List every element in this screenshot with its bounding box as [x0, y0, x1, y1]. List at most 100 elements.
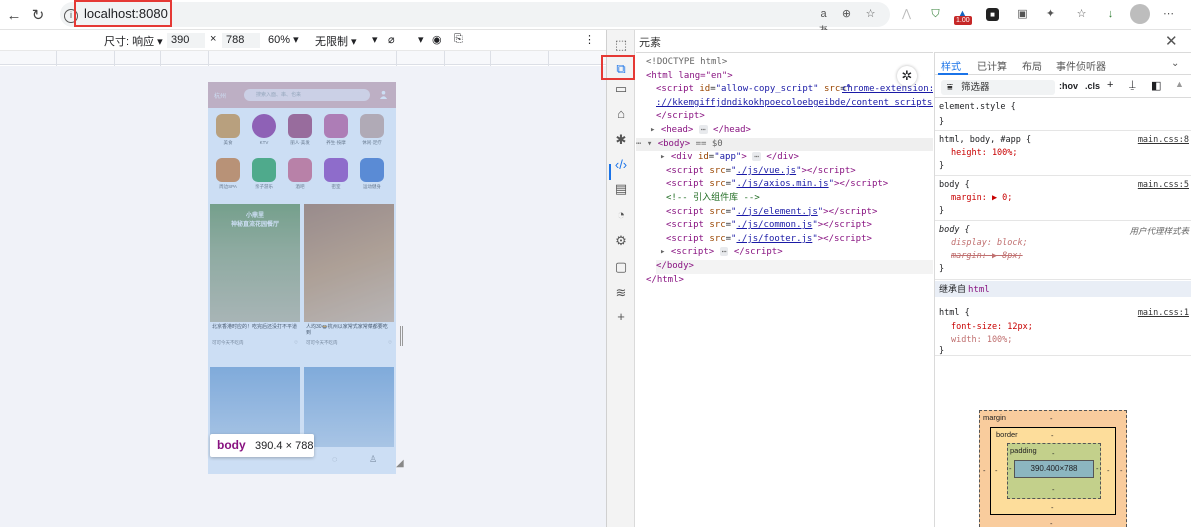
welcome-icon[interactable]: ▭	[612, 80, 630, 98]
chat-icon[interactable]: ◌	[332, 454, 337, 464]
rule-declaration-overridden[interactable]: margin: ▶ 8px;	[951, 251, 1023, 261]
profile-icon[interactable]: ♙	[369, 454, 377, 465]
div-app-line[interactable]: ▸ <div id="app"> ⋯ </div>	[660, 151, 957, 165]
color-format-icon[interactable]: ⍊	[1129, 79, 1136, 92]
hov-toggle[interactable]: :hov	[1059, 81, 1078, 91]
mobile-search-input[interactable]: 搜索入面、串、也来	[244, 89, 370, 101]
zoom-select[interactable]: 60% ▾	[268, 33, 299, 46]
comment-line[interactable]: <!-- 引入组件库 -->	[666, 192, 963, 206]
rule-declaration-dim[interactable]: width: 100%;	[951, 335, 1012, 345]
rule-declaration[interactable]: font-size: 12px;	[951, 322, 1033, 332]
tab-layout[interactable]: 布局	[1022, 58, 1042, 73]
like-icon[interactable]: ♡	[388, 340, 392, 346]
styles-filter-input[interactable]: ⩸ 筛选器	[941, 80, 1055, 95]
rule-body-main[interactable]: body { main.css:5 margin: ▶ 0; }	[935, 177, 1191, 221]
rule-html-body-app[interactable]: html, body, #app { main.css:8 height: 10…	[935, 132, 1191, 176]
extension-src-link[interactable]: chrome-extension://kkemgiffjdndikokhpoec…	[842, 84, 933, 94]
category-food[interactable]: 美食	[210, 114, 246, 146]
zoom-icon[interactable]: ⊕	[838, 6, 855, 23]
throttle-select[interactable]: 无限制 ▾	[315, 33, 357, 49]
cls-toggle[interactable]: .cls	[1085, 81, 1100, 91]
rule-element-style[interactable]: element.style { }	[935, 99, 1191, 131]
rule-declaration[interactable]: height: 100%;	[951, 148, 1018, 158]
console-icon[interactable]: ▤	[612, 180, 630, 198]
application-icon[interactable]: ▢	[612, 258, 630, 276]
height-input[interactable]: 788	[222, 33, 260, 48]
extension-box-icon[interactable]: ■	[986, 8, 999, 21]
category-beauty[interactable]: 丽人·美发	[282, 114, 318, 146]
resize-handle-right[interactable]	[400, 326, 403, 346]
address-bar[interactable]: i	[60, 2, 890, 27]
device-size-select[interactable]: 尺寸: 响应 ▾	[104, 33, 163, 49]
tabs-overflow-icon[interactable]: ⌄	[1171, 58, 1179, 69]
reload-icon[interactable]: ↻	[28, 5, 48, 25]
tab-computed[interactable]: 已计算	[977, 58, 1007, 73]
script-src-link[interactable]: ./js/element.js	[736, 207, 817, 217]
user-icon[interactable]	[379, 90, 388, 99]
performance-icon[interactable]: ◔	[612, 206, 630, 224]
head-line[interactable]: ▸ <head> ⋯ </head>	[650, 124, 947, 138]
doctype-line[interactable]: <!DOCTYPE html>	[646, 56, 943, 70]
category-spa[interactable]: 周边SPA	[210, 158, 246, 190]
add-tool-icon[interactable]: +	[612, 308, 630, 326]
games-icon[interactable]: ▣	[1014, 6, 1031, 23]
script-vue-line[interactable]: <script src="./js/vue.js"></script>	[666, 165, 963, 179]
category-escape[interactable]: 密室	[318, 158, 354, 190]
network-wifi-icon[interactable]: ≋	[612, 284, 630, 302]
body-line-selected[interactable]: ⋯ ▾ <body> == $0	[636, 137, 933, 152]
city-selector[interactable]: 杭州	[214, 91, 226, 100]
more-menu-icon[interactable]: ⋯	[1160, 6, 1177, 23]
url-text[interactable]: localhost:8080	[84, 6, 168, 21]
inspect-element-icon[interactable]: ⬚	[612, 36, 630, 54]
tab-event-listeners[interactable]: 事件侦听器	[1056, 58, 1106, 73]
category-leisure[interactable]: 休闲·足疗	[354, 114, 390, 146]
device-more-icon[interactable]: ⋮	[584, 33, 595, 46]
capture-icon[interactable]: ⎘	[454, 33, 463, 46]
tab-styles[interactable]: 样式	[941, 58, 961, 73]
rotate-select[interactable]: ▾	[372, 33, 378, 46]
rule-source-link[interactable]: main.css:1	[1138, 308, 1189, 318]
rule-source-link[interactable]: main.css:5	[1138, 180, 1189, 190]
category-bar[interactable]: 酒吧	[282, 158, 318, 190]
sidebar-toggle-icon[interactable]: ◧	[1151, 79, 1161, 92]
scroll-up-icon[interactable]: ▲	[1175, 79, 1184, 89]
resize-corner-icon[interactable]: ◢	[396, 458, 404, 469]
favorite-star-icon[interactable]: ☆	[862, 6, 879, 23]
puzzle-icon[interactable]: ✦	[1042, 6, 1059, 23]
feed-card[interactable]	[304, 367, 394, 447]
script-common-line[interactable]: <script src="./js/common.js"></script>	[666, 219, 963, 233]
inherited-tag-link[interactable]: html	[968, 285, 990, 295]
like-icon[interactable]: ♡	[294, 340, 298, 346]
settings-gear-icon[interactable]: ⚙	[612, 232, 630, 250]
rule-declaration[interactable]: display: block;	[951, 238, 1028, 248]
profile-avatar[interactable]	[1130, 4, 1150, 24]
script-collapsed-line[interactable]: ▸ <script> ⋯ </script>	[660, 246, 957, 260]
width-input[interactable]: 390	[167, 33, 205, 48]
download-icon[interactable]: ↓	[1102, 6, 1119, 23]
rule-declaration[interactable]: margin: ▶ 0;	[951, 193, 1012, 203]
feed-card[interactable]: 人均30🍲杭州以家常式家常菜都要吃到 可可今天不吃肉 ♡	[304, 204, 394, 346]
new-rule-icon[interactable]: +	[1107, 79, 1113, 91]
script-src-link[interactable]: ./js/common.js	[736, 220, 812, 230]
script-footer-line[interactable]: <script src="./js/footer.js"></script>	[666, 233, 963, 247]
feed-card[interactable]: 小鼎里 神秘直流花园餐厅 北京香港时应的！吃完后还没打不平道 可可今天不吃肉 ♡	[210, 204, 300, 346]
eye-icon[interactable]: ◉	[432, 33, 442, 46]
shield-icon[interactable]: ⛉	[927, 6, 944, 23]
script-src-link[interactable]: ./js/axios.min.js	[736, 179, 828, 189]
category-ktv[interactable]: KTV	[246, 114, 282, 145]
script-src-link[interactable]: ./js/vue.js	[736, 166, 796, 176]
favorites-icon[interactable]: ☆	[1073, 6, 1090, 23]
script-axios-line[interactable]: <script src="./js/axios.min.js"></script…	[666, 178, 963, 192]
category-fitness[interactable]: 运动健身	[354, 158, 390, 190]
rule-html[interactable]: html { main.css:1 font-size: 12px; width…	[935, 298, 1191, 356]
script-element-line[interactable]: <script src="./js/element.js"></script>	[666, 206, 963, 220]
rule-source-link[interactable]: main.css:8	[1138, 135, 1189, 145]
sensor-icon[interactable]: ⌀	[388, 33, 395, 46]
rule-body-user-agent[interactable]: body { 用户代理样式表 display: block; margin: ▶…	[935, 222, 1191, 280]
accessibility-icon[interactable]: ✲	[897, 66, 917, 86]
elements-icon[interactable]: ‹/›	[612, 156, 630, 174]
home-icon[interactable]: ⌂	[612, 105, 630, 123]
close-devtools-icon[interactable]: ✕	[1165, 32, 1178, 50]
bug-icon[interactable]: ✱	[612, 131, 630, 149]
back-icon[interactable]: ←	[4, 5, 24, 25]
